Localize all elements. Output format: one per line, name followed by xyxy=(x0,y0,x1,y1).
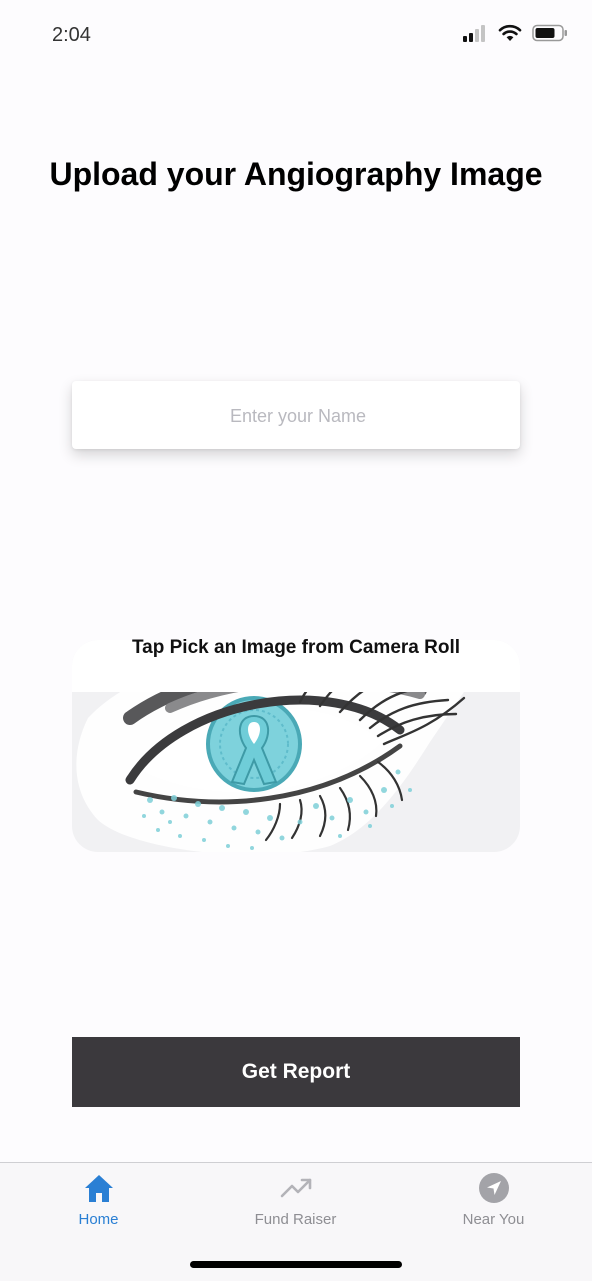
picker-top-band xyxy=(72,640,520,692)
home-indicator xyxy=(190,1261,402,1268)
battery-icon xyxy=(532,24,567,42)
navigation-icon xyxy=(478,1173,509,1203)
status-time: 2:04 xyxy=(52,24,91,46)
status-icons xyxy=(462,24,568,42)
get-report-button[interactable]: Get Report xyxy=(72,1037,520,1107)
tab-home-label: Home xyxy=(78,1211,119,1228)
image-picker[interactable] xyxy=(72,640,520,852)
tab-near-you[interactable]: Near You xyxy=(395,1163,592,1243)
page-title: Upload your Angiography Image xyxy=(49,156,543,192)
home-icon xyxy=(84,1175,113,1202)
tab-fund-raiser-label: Fund Raiser xyxy=(254,1211,337,1228)
tab-near-you-label: Near You xyxy=(462,1211,525,1228)
trending-up-icon xyxy=(280,1178,311,1198)
status-bar: 2:04 xyxy=(0,0,592,72)
tab-fund-raiser[interactable]: Fund Raiser xyxy=(197,1163,394,1243)
tab-home[interactable]: Home xyxy=(0,1163,197,1243)
wifi-icon xyxy=(498,24,522,41)
name-input-container xyxy=(72,381,524,451)
cellular-signal-icon xyxy=(463,25,485,42)
name-input[interactable] xyxy=(72,381,524,451)
